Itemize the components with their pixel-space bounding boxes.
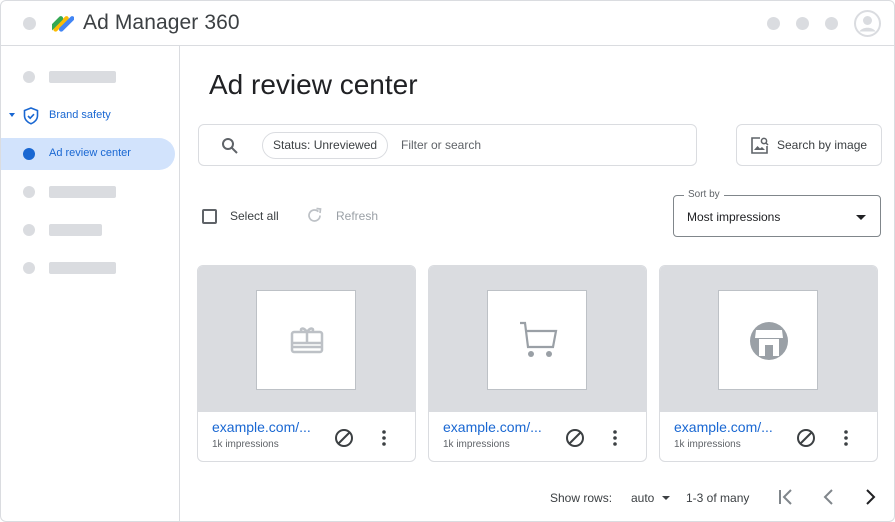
previous-page-icon[interactable] <box>820 488 838 506</box>
sort-by-value: Most impressions <box>687 210 781 224</box>
status-filter-chip[interactable]: Status: Unreviewed <box>262 132 389 159</box>
ad-creative-preview[interactable] <box>429 266 646 412</box>
search-icon[interactable] <box>221 137 239 155</box>
search-bar[interactable]: Status: Unreviewed Filter or search <box>198 124 697 166</box>
ad-card[interactable]: example.com/... 1k impressions <box>659 265 878 462</box>
show-rows-label: Show rows: <box>550 491 613 505</box>
storefront-icon <box>750 322 788 360</box>
active-indicator-icon <box>23 148 35 160</box>
page-title: Ad review center <box>209 69 418 100</box>
block-icon[interactable] <box>796 428 816 448</box>
sidebar-item-placeholder[interactable] <box>1 252 175 284</box>
expand-caret-icon <box>9 113 15 117</box>
sidebar-item-label: Ad review center <box>49 147 131 159</box>
sidebar-item-brand-safety[interactable]: Brand safety <box>1 100 175 132</box>
toolbar-placeholder-icon[interactable] <box>796 17 809 30</box>
toolbar-placeholder-icon[interactable] <box>825 17 838 30</box>
ad-card[interactable]: example.com/... 1k impressions <box>428 265 647 462</box>
ad-creative-preview[interactable] <box>660 266 877 412</box>
app-title: Ad Manager 360 <box>83 11 240 34</box>
top-bar: Ad Manager 360 <box>1 1 894 46</box>
account-avatar-icon[interactable] <box>854 10 881 37</box>
sidebar-item-ad-review-center[interactable]: Ad review center <box>1 138 175 170</box>
impressions-count: 1k impressions <box>212 439 279 450</box>
ad-url-link[interactable]: example.com/... <box>674 419 773 435</box>
rows-per-page-select[interactable]: auto <box>631 491 654 505</box>
sidebar-item-placeholder[interactable] <box>1 214 175 246</box>
search-by-image-button[interactable]: Search by image <box>736 124 882 166</box>
sidebar: Brand safety Ad review center <box>1 46 180 521</box>
ad-url-link[interactable]: example.com/... <box>443 419 542 435</box>
sort-by-select[interactable]: Sort by Most impressions <box>673 189 881 237</box>
gift-card-icon <box>290 327 324 354</box>
impressions-count: 1k impressions <box>443 439 510 450</box>
more-vert-icon[interactable] <box>381 429 387 447</box>
select-all-checkbox[interactable] <box>202 209 217 224</box>
sidebar-item-label: Brand safety <box>49 109 111 121</box>
ad-creative-preview[interactable] <box>198 266 415 412</box>
block-icon[interactable] <box>565 428 585 448</box>
shopping-cart-icon <box>520 321 558 357</box>
sort-by-label: Sort by <box>684 189 724 200</box>
menu-placeholder-icon[interactable] <box>23 17 36 30</box>
search-input[interactable]: Filter or search <box>401 138 481 152</box>
ad-card[interactable]: example.com/... 1k impressions <box>197 265 416 462</box>
refresh-button[interactable]: Refresh <box>336 209 378 223</box>
select-all-label[interactable]: Select all <box>230 209 279 223</box>
search-by-image-label: Search by image <box>777 138 868 152</box>
dropdown-caret-icon[interactable] <box>662 496 670 500</box>
app-window: Ad Manager 360 Brand safety Ad review ce… <box>0 0 895 522</box>
more-vert-icon[interactable] <box>612 429 618 447</box>
impressions-count: 1k impressions <box>674 439 741 450</box>
sidebar-item-placeholder[interactable] <box>1 61 175 93</box>
sidebar-item-placeholder[interactable] <box>1 176 175 208</box>
refresh-icon[interactable] <box>306 207 323 224</box>
next-page-icon[interactable] <box>862 488 880 506</box>
shield-check-icon <box>23 107 39 125</box>
image-search-icon <box>751 137 769 154</box>
page-range-label: 1-3 of many <box>686 491 750 505</box>
ad-manager-logo-icon <box>52 16 74 32</box>
dropdown-caret-icon <box>856 215 866 220</box>
toolbar-placeholder-icon[interactable] <box>767 17 780 30</box>
block-icon[interactable] <box>334 428 354 448</box>
ad-url-link[interactable]: example.com/... <box>212 419 311 435</box>
first-page-icon[interactable] <box>777 488 795 506</box>
more-vert-icon[interactable] <box>843 429 849 447</box>
